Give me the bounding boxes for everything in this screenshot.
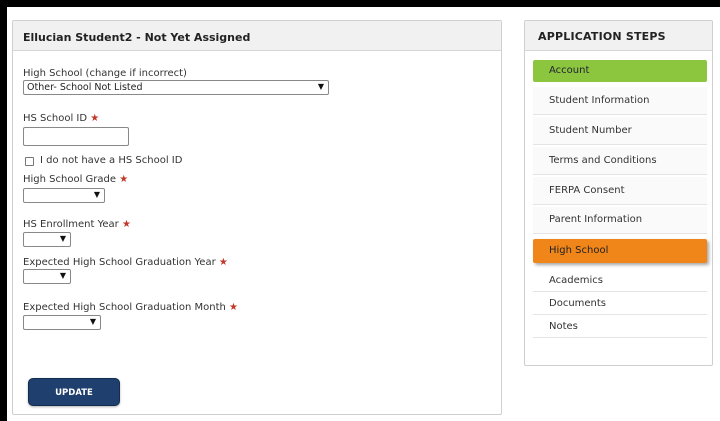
hs-enrollment-year-label: HS Enrollment Year ★ xyxy=(23,219,131,230)
grad-month-label: Expected High School Graduation Month ★ xyxy=(23,302,239,313)
high-school-grade-select[interactable]: ▼ xyxy=(23,188,105,203)
high-school-select-value: Other- School Not Listed xyxy=(27,82,143,93)
chevron-down-icon: ▼ xyxy=(317,82,324,91)
step-student-information[interactable]: Student Information xyxy=(533,87,707,115)
window-left-border xyxy=(0,0,7,421)
application-steps-panel: APPLICATION STEPS Account Student Inform… xyxy=(524,20,713,366)
hs-school-id-input[interactable] xyxy=(23,127,129,146)
hs-school-id-label: HS School ID ★ xyxy=(23,113,100,124)
chevron-down-icon: ▼ xyxy=(59,234,66,243)
step-high-school[interactable]: High School xyxy=(533,239,707,263)
application-steps-title: APPLICATION STEPS xyxy=(525,21,712,51)
chevron-down-icon: ▼ xyxy=(89,317,96,326)
required-marker: ★ xyxy=(119,174,129,185)
chevron-down-icon: ▼ xyxy=(59,271,66,280)
high-school-select[interactable]: Other- School Not Listed ▼ xyxy=(23,80,329,95)
required-marker: ★ xyxy=(121,219,131,230)
update-button[interactable]: UPDATE xyxy=(28,378,120,406)
step-student-number[interactable]: Student Number xyxy=(533,117,707,145)
grad-year-label: Expected High School Graduation Year ★ xyxy=(23,257,228,268)
high-school-label: High School (change if incorrect) xyxy=(23,68,187,79)
high-school-form-panel: Ellucian Student2 - Not Yet Assigned Hig… xyxy=(12,20,502,415)
chevron-down-icon: ▼ xyxy=(93,190,100,199)
grad-month-select[interactable]: ▼ xyxy=(23,315,101,330)
hs-enrollment-year-select[interactable]: ▼ xyxy=(23,232,71,247)
required-marker: ★ xyxy=(218,257,228,268)
step-notes[interactable]: Notes xyxy=(533,316,707,338)
form-header: Ellucian Student2 - Not Yet Assigned xyxy=(13,21,501,51)
step-ferpa-consent[interactable]: FERPA Consent xyxy=(533,177,707,205)
step-terms-and-conditions[interactable]: Terms and Conditions xyxy=(533,147,707,175)
window-top-border xyxy=(0,0,720,7)
required-marker: ★ xyxy=(229,302,239,313)
step-parent-information[interactable]: Parent Information xyxy=(533,207,707,234)
step-documents[interactable]: Documents xyxy=(533,293,707,315)
no-hs-id-label: I do not have a HS School ID xyxy=(40,155,183,166)
required-marker: ★ xyxy=(90,113,100,124)
no-hs-id-checkbox[interactable] xyxy=(25,157,34,166)
step-account[interactable]: Account xyxy=(533,60,707,82)
step-academics[interactable]: Academics xyxy=(533,270,707,292)
high-school-grade-label: High School Grade ★ xyxy=(23,174,129,185)
grad-year-select[interactable]: ▼ xyxy=(23,269,71,284)
